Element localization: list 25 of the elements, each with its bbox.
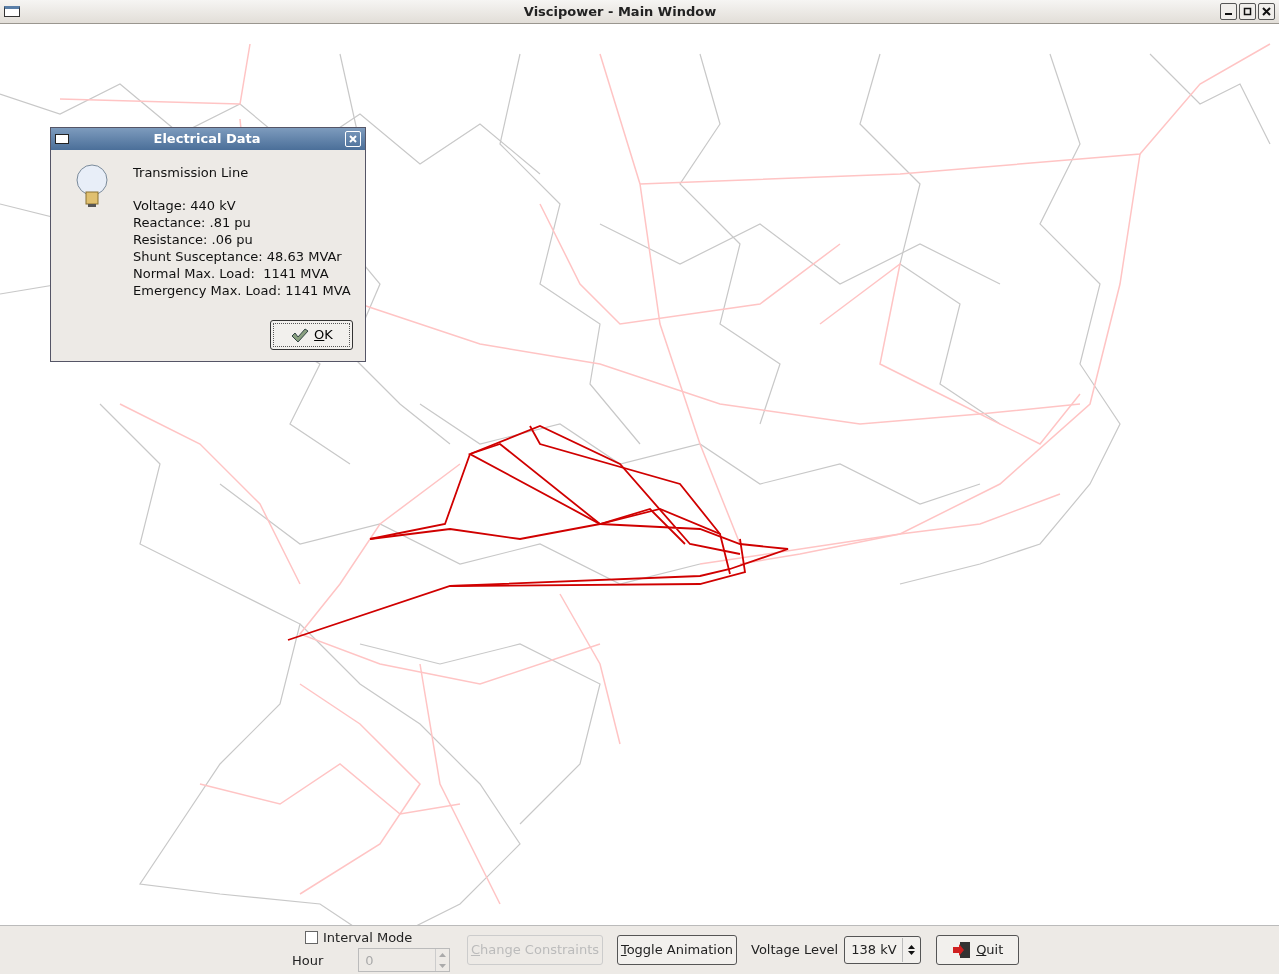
- window-menu-icon[interactable]: [4, 6, 20, 17]
- interval-mode-checkbox[interactable]: [305, 931, 318, 944]
- voltage-level-combobox[interactable]: 138 kV: [844, 936, 922, 964]
- check-arrow-icon: [290, 327, 311, 343]
- light-bulb-icon: [75, 164, 109, 210]
- close-icon[interactable]: [1258, 3, 1275, 20]
- dialog-heading: Transmission Line: [133, 164, 250, 181]
- toggle-animation-button[interactable]: Toggle Animation: [617, 935, 737, 965]
- interval-mode-label: Interval Mode: [323, 928, 413, 947]
- minimize-icon[interactable]: [1220, 3, 1237, 20]
- property-text: Normal Max. Load: 1141 MVA: [133, 265, 330, 282]
- hour-label: Hour: [292, 951, 325, 970]
- quit-button[interactable]: Quit: [936, 935, 1020, 965]
- property-text: Reactance: .81 pu: [133, 214, 252, 231]
- property-text: Shunt Susceptance: 48.63 MVAr: [133, 248, 343, 265]
- ok-button[interactable]: OK: [270, 320, 353, 350]
- window-menu-icon[interactable]: [55, 134, 69, 144]
- exit-door-icon: [952, 941, 973, 959]
- dialog-title: Electrical Data: [152, 130, 262, 149]
- window-title: Viscipower - Main Window: [522, 2, 718, 21]
- property-text: Voltage: 440 kV: [133, 197, 237, 214]
- maximize-icon[interactable]: [1239, 3, 1256, 20]
- voltage-level-label: Voltage Level: [751, 941, 839, 960]
- property-text: Emergency Max. Load: 1141 MVA: [133, 282, 351, 299]
- property-text: Resistance: .06 pu: [133, 231, 254, 248]
